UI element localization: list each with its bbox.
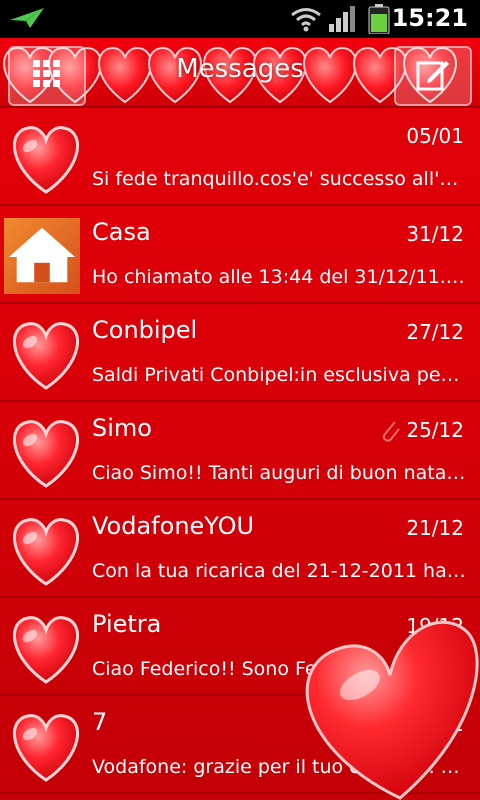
message-date: 05/01 bbox=[406, 124, 464, 148]
heart-avatar-icon[interactable] bbox=[8, 612, 84, 686]
message-date: 25/12 bbox=[406, 418, 464, 442]
heart-avatar-icon[interactable] bbox=[8, 318, 84, 392]
clock: 15:21 bbox=[391, 4, 468, 32]
contact-name: VodafoneYOU bbox=[92, 512, 255, 540]
message-date: 21/12 bbox=[406, 516, 464, 540]
airplane-notification-icon bbox=[8, 6, 48, 36]
message-preview: Ciao Simo!! Tanti auguri di buon natal..… bbox=[92, 462, 466, 484]
contact-name: 7 bbox=[92, 708, 108, 736]
house-avatar-icon[interactable] bbox=[4, 218, 80, 294]
conversation-row[interactable]: Conbipel 27/12 Saldi Privati Conbipel:in e… bbox=[0, 304, 480, 402]
compose-icon bbox=[416, 57, 450, 95]
status-bar: 15:21 bbox=[0, 0, 480, 38]
message-preview: Si fede tranquillo.cos'e' successo all'u… bbox=[92, 168, 466, 190]
contact-name: Simo bbox=[92, 414, 152, 442]
contact-name: Casa bbox=[92, 218, 151, 246]
heart-avatar-icon[interactable] bbox=[8, 122, 84, 196]
conversation-row[interactable]: VodafoneYOU 21/12 Con la tua ricarica del … bbox=[0, 500, 480, 598]
conversation-row[interactable]: Simo 25/12 Ciao Simo!! Tanti auguri di buo… bbox=[0, 402, 480, 500]
attachment-icon bbox=[380, 418, 402, 448]
heart-avatar-icon[interactable] bbox=[8, 416, 84, 490]
message-date: 27/12 bbox=[406, 320, 464, 344]
message-date: 31/12 bbox=[406, 222, 464, 246]
heart-avatar-icon[interactable] bbox=[8, 710, 84, 784]
contact-name: Pietra bbox=[92, 610, 162, 638]
conversation-row[interactable]: Casa 31/12 Ho chiamato alle 13:44 del 31/1… bbox=[0, 206, 480, 304]
heart-avatar-icon[interactable] bbox=[8, 514, 84, 588]
battery-icon bbox=[368, 4, 390, 38]
wifi-icon bbox=[290, 6, 322, 36]
signal-icon bbox=[328, 6, 358, 36]
conversation-row[interactable]: 05/01 Si fede tranquillo.cos'e' successo … bbox=[0, 108, 480, 206]
contact-name: Conbipel bbox=[92, 316, 198, 344]
message-preview: Saldi Privati Conbipel:in esclusiva per … bbox=[92, 364, 466, 386]
message-preview: Con la tua ricarica del 21-12-2011 hai .… bbox=[92, 560, 466, 582]
header-bar: Messages bbox=[0, 38, 480, 108]
message-preview: Ho chiamato alle 13:44 del 31/12/11. ... bbox=[92, 266, 466, 288]
decorative-heart-overlay bbox=[305, 620, 479, 800]
compose-button[interactable] bbox=[394, 46, 472, 106]
